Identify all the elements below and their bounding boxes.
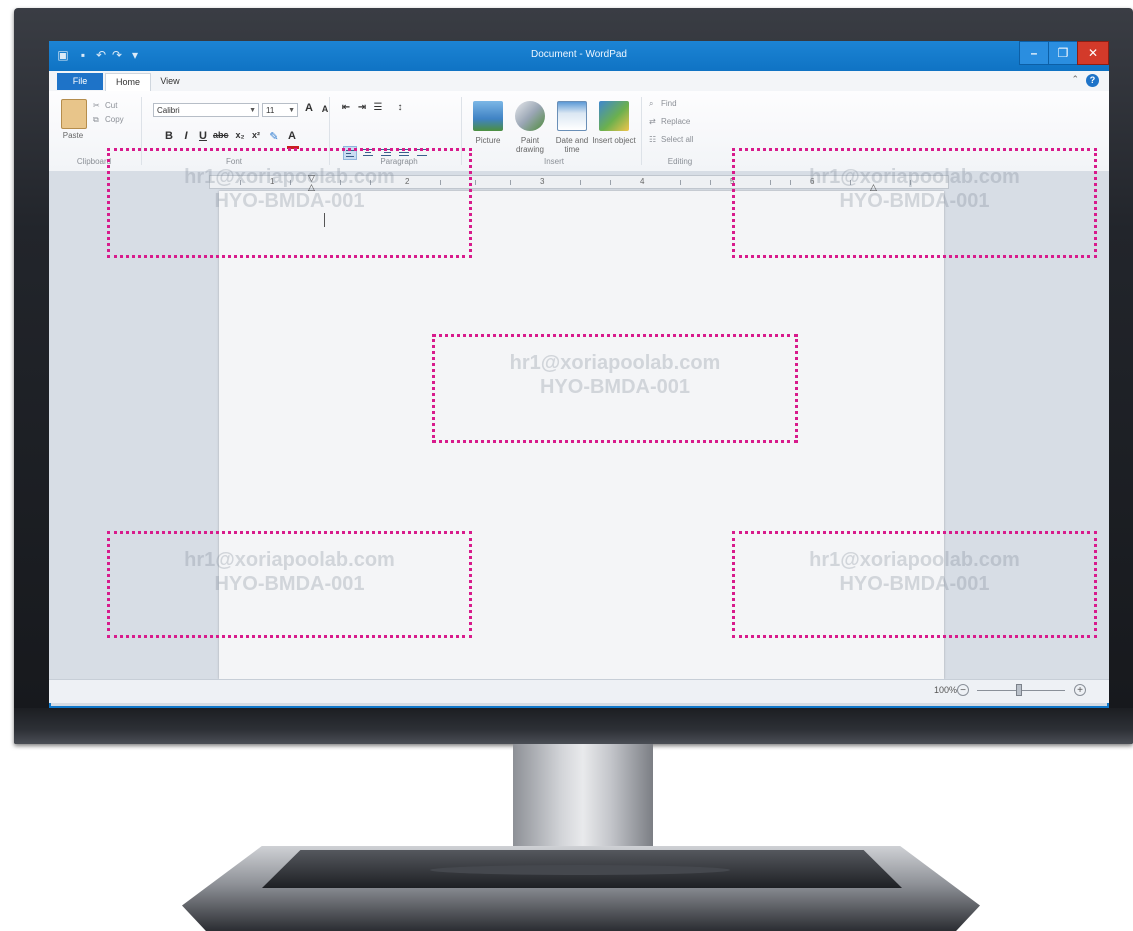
bullets-icon[interactable]: ☰ <box>371 102 385 113</box>
date-time-button[interactable]: Date and time <box>549 136 595 154</box>
decrease-indent-icon[interactable]: ⇤ <box>339 102 353 113</box>
group-separator <box>641 97 642 165</box>
increase-indent-icon[interactable]: ⇥ <box>355 102 369 113</box>
font-size-value: 11 <box>266 106 275 115</box>
watermark: hr1@xoriapoolab.com HYO-BMDA-001 <box>732 148 1097 258</box>
subscript-button[interactable]: x₂ <box>233 130 247 140</box>
replace-button[interactable]: Replace <box>661 117 690 126</box>
collapse-ribbon-icon[interactable]: ⌃ <box>1071 74 1079 85</box>
help-icon[interactable]: ? <box>1086 74 1099 87</box>
insert-object-icon[interactable] <box>599 101 629 131</box>
watermark-email: hr1@xoriapoolab.com <box>809 549 1020 571</box>
window-title: Document - WordPad <box>531 49 627 60</box>
watermark-code: HYO-BMDA-001 <box>214 190 365 212</box>
select-all-icon[interactable]: ☷ <box>649 135 656 144</box>
watermark-email: hr1@xoriapoolab.com <box>184 549 395 571</box>
ribbon-tab-bar: File Home View ⌃ ? <box>49 71 1109 92</box>
select-all-button[interactable]: Select all <box>661 135 693 144</box>
copy-icon[interactable]: ⧉ <box>93 115 99 125</box>
tab-home[interactable]: Home <box>105 73 151 91</box>
monitor-stand-foot <box>430 865 730 875</box>
paint-drawing-icon[interactable] <box>515 101 545 131</box>
save-icon[interactable]: ▪ <box>75 47 91 63</box>
strikethrough-button[interactable]: abc <box>213 130 229 140</box>
picture-button[interactable]: Picture <box>465 136 511 145</box>
status-bar: 100% − + <box>49 679 1109 703</box>
copy-button[interactable]: Copy <box>105 115 124 124</box>
grow-font-icon[interactable]: A <box>302 102 316 114</box>
minimize-button[interactable]: – <box>1019 41 1049 65</box>
paste-icon[interactable] <box>61 99 87 129</box>
title-bar: ▣ ▪ ↶ ↷ ▾ Document - WordPad – ❐ ✕ <box>49 41 1109 71</box>
undo-icon[interactable]: ↶ <box>93 47 109 63</box>
insert-group-label: Insert <box>543 157 564 166</box>
maximize-button[interactable]: ❐ <box>1048 41 1078 65</box>
zoom-in-button[interactable]: + <box>1074 684 1086 696</box>
cut-icon[interactable]: ✂ <box>93 101 100 110</box>
watermark-email: hr1@xoriapoolab.com <box>809 166 1020 188</box>
chevron-down-icon: ▼ <box>288 107 295 114</box>
tab-view[interactable]: View <box>153 73 187 90</box>
app-icon: ▣ <box>57 48 69 62</box>
zoom-out-button[interactable]: − <box>957 684 969 696</box>
cut-button[interactable]: Cut <box>105 101 117 110</box>
redo-icon[interactable]: ↷ <box>109 47 125 63</box>
customize-toolbar-icon[interactable]: ▾ <box>127 47 143 63</box>
tab-file[interactable]: File <box>57 73 103 90</box>
close-button[interactable]: ✕ <box>1077 41 1109 65</box>
editing-group-label: Editing <box>667 157 693 166</box>
watermark: hr1@xoriapoolab.com HYO-BMDA-001 <box>107 148 472 258</box>
highlight-icon[interactable]: ✎ <box>267 130 281 143</box>
insert-object-button[interactable]: Insert object <box>591 136 637 145</box>
zoom-slider-handle[interactable] <box>1016 684 1022 696</box>
find-icon[interactable]: ⌕ <box>649 99 653 109</box>
ruler-number: 4 <box>640 177 645 186</box>
watermark-code: HYO-BMDA-001 <box>214 573 365 595</box>
font-family-value: Calibri <box>157 106 180 115</box>
superscript-button[interactable]: x² <box>249 130 263 140</box>
watermark-email: hr1@xoriapoolab.com <box>509 352 721 374</box>
watermark-code: HYO-BMDA-001 <box>839 573 990 595</box>
ruler-number: 3 <box>540 177 545 186</box>
chevron-down-icon: ▼ <box>249 107 256 114</box>
line-spacing-icon[interactable]: ↕ <box>393 102 407 113</box>
font-family-select[interactable]: Calibri ▼ <box>153 103 259 117</box>
watermark-email: hr1@xoriapoolab.com <box>184 166 395 188</box>
picture-icon[interactable] <box>473 101 503 131</box>
bold-button[interactable]: B <box>162 130 176 142</box>
paste-button[interactable]: Paste <box>53 131 93 140</box>
font-size-select[interactable]: 11 ▼ <box>262 103 298 117</box>
underline-button[interactable]: U <box>196 130 210 142</box>
italic-button[interactable]: I <box>179 130 193 142</box>
watermark: hr1@xoriapoolab.com HYO-BMDA-001 <box>732 531 1097 638</box>
paint-drawing-button[interactable]: Paint drawing <box>507 136 553 154</box>
watermark: hr1@xoriapoolab.com HYO-BMDA-001 <box>107 531 472 638</box>
replace-icon[interactable]: ⇄ <box>649 117 656 126</box>
watermark: hr1@xoriapoolab.com HYO-BMDA-001 <box>432 334 798 443</box>
font-color-icon[interactable]: A <box>285 130 299 142</box>
watermark-code: HYO-BMDA-001 <box>539 376 691 398</box>
date-time-icon[interactable] <box>557 101 587 131</box>
find-button[interactable]: Find <box>661 99 677 108</box>
zoom-level: 100% <box>934 685 958 695</box>
watermark-code: HYO-BMDA-001 <box>839 190 990 212</box>
